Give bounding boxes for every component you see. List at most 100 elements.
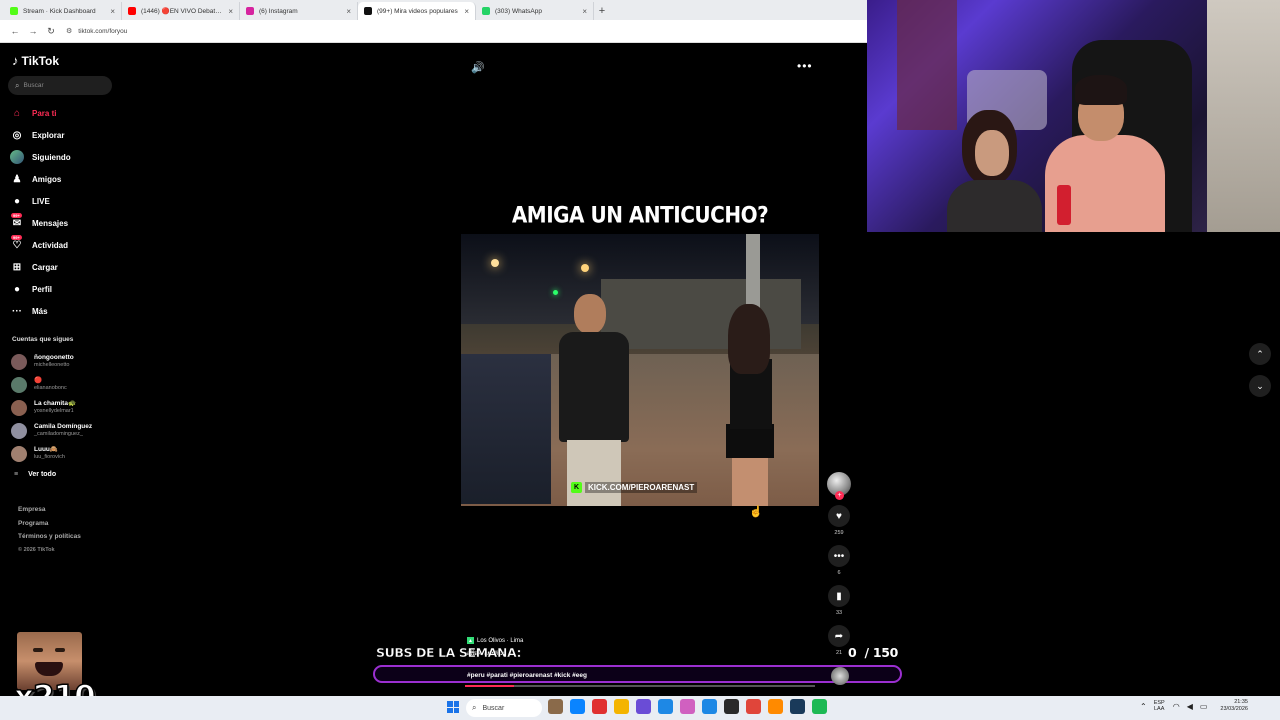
search-icon: ⌕ [15, 80, 20, 90]
forward-icon[interactable]: → [24, 26, 42, 36]
share-icon[interactable]: ➦ [828, 625, 850, 647]
account-text: ñongoonetto michelleonetto [34, 354, 74, 369]
reload-icon[interactable]: ↻ [42, 26, 60, 37]
footer-link[interactable]: Empresa [18, 503, 81, 517]
url-field[interactable]: ⚙ tiktok.com/foryou [66, 27, 127, 36]
tiktok-logo[interactable]: ♪ TikTok [12, 53, 59, 68]
followed-account[interactable]: La chamita🐢 yosnellydelmar1 [11, 396, 92, 419]
followed-account[interactable]: 🔴 eliananobonc [11, 373, 92, 396]
tab-close-icon[interactable]: × [228, 7, 233, 16]
see-all-button[interactable]: ≡ Ver todo [14, 471, 56, 478]
webcam-overlay [867, 0, 1280, 232]
sidebar-item-label: Cargar [32, 262, 58, 272]
browser-tab[interactable]: (303) WhatsApp × [476, 2, 594, 20]
sidebar-item-m-s[interactable]: ··· Más [10, 300, 71, 322]
footer-link[interactable]: Programa [18, 517, 81, 531]
browser-tab[interactable]: (6) Instagram × [240, 2, 358, 20]
footer-links: Empresa Programa Términos y políticas © 202… [18, 503, 81, 557]
url-text[interactable]: tiktok.com/foryou [78, 28, 127, 35]
browser-tab[interactable]: (99+) Mira videos populares × [358, 2, 476, 20]
tab-favicon-icon [364, 7, 372, 15]
back-icon[interactable]: ← [6, 26, 24, 36]
tray-chevron-icon[interactable]: ⌃ [1140, 702, 1147, 711]
tab-close-icon[interactable]: × [582, 7, 587, 16]
taskbar-search[interactable]: ⌕ Buscar [466, 699, 542, 717]
tab-close-icon[interactable]: × [464, 7, 469, 16]
tab-label: (1446) 🔴EN VIVO Debate pres [141, 8, 225, 15]
taskbar-app-icon[interactable] [724, 699, 739, 714]
creator-avatar[interactable]: + [827, 472, 851, 500]
sidebar-item-siguiendo[interactable]: Siguiendo [10, 146, 71, 168]
site-info-icon[interactable]: ⚙ [66, 27, 72, 35]
kick-watermark: K KICK.COM/PIEROARENAST [571, 482, 698, 493]
search-input[interactable]: ⌕ Buscar [8, 76, 112, 95]
video-hashtags[interactable]: #peru #parati #pieroarenast #kick #eeg [467, 672, 587, 679]
taskbar-app-icon[interactable] [570, 699, 585, 714]
sidebar-item-label: Mensajes [32, 218, 69, 228]
location-tag[interactable]: ▲ Los Olivos · Lima [467, 637, 523, 644]
video-progress-bar[interactable] [465, 685, 815, 687]
more-options-icon[interactable]: ••• [797, 59, 813, 73]
avatar [11, 422, 27, 439]
followed-account[interactable]: Camila Domínguez _camiladominguez_ [11, 419, 92, 442]
tab-label: (303) WhatsApp [495, 7, 542, 15]
taskbar-app-icon[interactable] [812, 699, 827, 714]
speaker-icon[interactable]: ◀ [1187, 702, 1193, 711]
volume-icon[interactable]: 🔊 [471, 61, 485, 74]
sidebar-item-explorar[interactable]: ◎ Explorar [10, 124, 71, 146]
windows-start-icon[interactable] [447, 701, 459, 713]
sidebar-nav: ⌂ Para ti ◎ Explorar Siguiendo ♟ Amigos ● LIVE ✉ 9… [10, 102, 71, 322]
notification-badge: 99+ [11, 235, 22, 240]
followed-account[interactable]: ñongoonetto michelleonetto [11, 350, 92, 373]
taskbar-app-icon[interactable] [658, 699, 673, 714]
taskbar-app-icon[interactable] [614, 699, 629, 714]
tiktok-note-icon: ♪ [12, 53, 19, 68]
music-disc-icon[interactable] [831, 667, 849, 685]
taskbar-app-icon[interactable] [548, 699, 563, 714]
search-placeholder: Buscar [23, 82, 44, 89]
account-handle: michelleonetto [34, 362, 70, 368]
next-video-icon[interactable]: ⌄ [1249, 375, 1271, 397]
sidebar-item-mensajes[interactable]: ✉ 99+ Mensajes [10, 212, 71, 234]
new-tab-button[interactable]: + [594, 2, 610, 20]
language-indicator[interactable]: ESP LAA [1154, 700, 1165, 712]
followed-account[interactable]: Luuu🙈 luu_fiorovich [11, 442, 92, 465]
sidebar-item-para-ti[interactable]: ⌂ Para ti [10, 102, 71, 124]
sidebar-item-actividad[interactable]: ♡ 99+ Actividad [10, 234, 71, 256]
video-player[interactable]: K KICK.COM/PIEROARENAST [461, 234, 819, 506]
following-avatar-icon [10, 150, 24, 164]
account-text: Luuu🙈 luu_fiorovich [34, 446, 65, 461]
save-action[interactable]: ▮ 33 [826, 585, 852, 616]
browser-tab[interactable]: Stream · Kick Dashboard × [4, 2, 122, 20]
comment-icon[interactable]: ••• [828, 545, 850, 567]
taskbar-app-icon[interactable] [768, 699, 783, 714]
taskbar-app-icon[interactable] [592, 699, 607, 714]
taskbar-app-icon[interactable] [746, 699, 761, 714]
activity-icon: ♡ 99+ [11, 235, 22, 251]
previous-video-icon[interactable]: ⌃ [1249, 343, 1271, 365]
tab-close-icon[interactable]: × [346, 7, 351, 16]
tab-close-icon[interactable]: × [110, 7, 115, 16]
wifi-icon[interactable]: ◠ [1173, 702, 1180, 711]
bookmark-icon[interactable]: ▮ [828, 585, 850, 607]
heart-icon[interactable]: ♥ [828, 505, 850, 527]
taskbar-app-icon[interactable] [680, 699, 695, 714]
watermark-text: KICK.COM/PIEROARENAST [585, 482, 698, 493]
battery-icon[interactable]: ▭ [1200, 702, 1208, 711]
sidebar-item-cargar[interactable]: ⊞ Cargar [10, 256, 71, 278]
footer-link[interactable]: Términos y políticas [18, 530, 81, 544]
sidebar-item-live[interactable]: ● LIVE [10, 190, 71, 212]
sidebar-item-amigos[interactable]: ♟ Amigos [10, 168, 71, 190]
messages-icon: ✉ 99+ [11, 213, 22, 229]
friends-icon: ♟ [12, 173, 22, 185]
follow-plus-icon[interactable]: + [835, 491, 844, 500]
clock[interactable]: 21:35 23/03/2026 [1220, 699, 1248, 713]
taskbar-app-icon[interactable] [702, 699, 717, 714]
taskbar-app-icon[interactable] [636, 699, 651, 714]
like-action[interactable]: ♥ 259 [826, 505, 852, 536]
sidebar-item-perfil[interactable]: ● Perfil [10, 278, 71, 300]
comment-action[interactable]: ••• 6 [826, 545, 852, 576]
taskbar-app-icon[interactable] [790, 699, 805, 714]
clock-date: 23/03/2026 [1220, 706, 1248, 712]
browser-tab[interactable]: (1446) 🔴EN VIVO Debate pres × [122, 2, 240, 20]
